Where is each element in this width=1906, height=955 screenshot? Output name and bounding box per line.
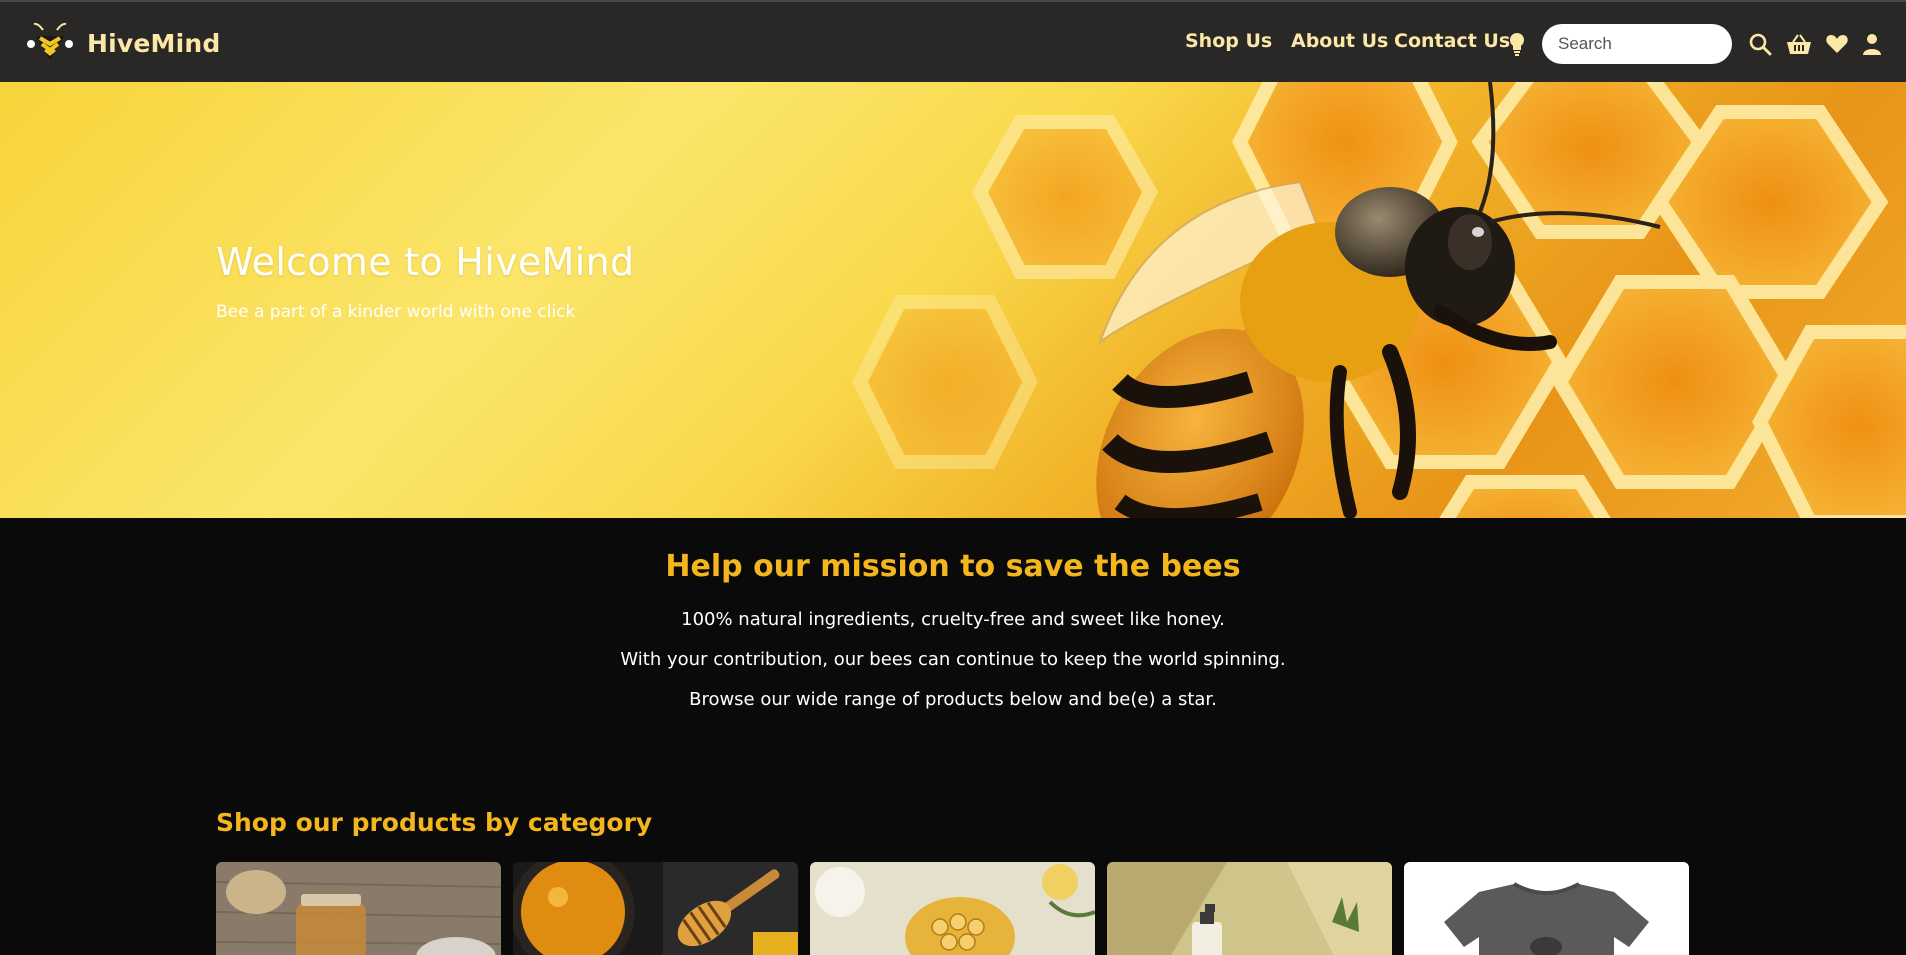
mission-line-2: With your contribution, our bees can con… [620, 649, 1286, 670]
hero-subtitle: Bee a part of a kinder world with one cl… [216, 302, 576, 322]
top-navigation: HiveMind Shop Us About Us Contact Us [0, 0, 1906, 82]
brand-name: HiveMind [87, 28, 221, 58]
category-card-honey-jar[interactable] [216, 862, 501, 955]
nav-shop-us-link[interactable]: Shop Us [1185, 30, 1272, 52]
lightbulb-icon[interactable] [1508, 32, 1526, 56]
bee-on-honeycomb-image [852, 82, 1906, 518]
grey-tshirt-image [1404, 862, 1689, 955]
category-section-title: Shop our products by category [216, 808, 653, 837]
honey-bowl-dipper-image [513, 862, 798, 955]
honey-jar-wood-image [216, 862, 501, 955]
mission-line-3: Browse our wide range of products below … [689, 689, 1217, 710]
bath-bottle-image [1107, 862, 1392, 955]
search-icon[interactable] [1748, 32, 1772, 56]
nav-contact-us-link[interactable]: Contact Us [1394, 30, 1510, 52]
category-card-apparel[interactable] [1404, 862, 1689, 955]
bee-logo-icon [27, 22, 73, 60]
search-input[interactable] [1542, 24, 1732, 64]
basket-icon[interactable] [1786, 32, 1812, 56]
mission-line-1: 100% natural ingredients, cruelty-free a… [681, 609, 1225, 630]
category-card-honeycomb[interactable] [810, 862, 1095, 955]
category-card-bath[interactable] [1107, 862, 1392, 955]
category-card-honey-bowl[interactable] [513, 862, 798, 955]
brand-home-link[interactable]: HiveMind [26, 20, 221, 66]
hero-title: Welcome to HiveMind [216, 240, 635, 284]
mission-title: Help our mission to save the bees [665, 549, 1241, 584]
heart-icon[interactable] [1825, 32, 1849, 56]
hero-banner: Welcome to HiveMind Bee a part of a kind… [0, 82, 1906, 518]
honeycomb-flowers-image [810, 862, 1095, 955]
nav-about-us-link[interactable]: About Us [1291, 30, 1388, 52]
user-icon[interactable] [1860, 32, 1884, 56]
